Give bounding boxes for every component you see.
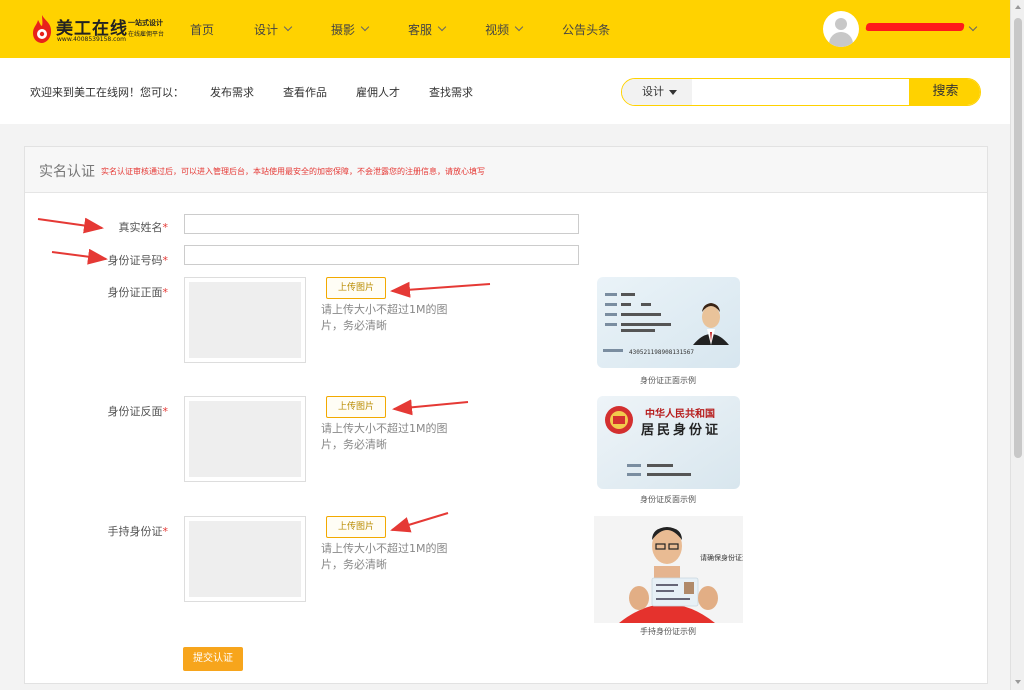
logo-slogan-1: 一站式设计 <box>128 19 163 27</box>
chevron-down-icon <box>437 22 447 32</box>
search-bar: 设计 搜索 <box>621 78 981 106</box>
panel-header: 实名认证 实名认证审核通过后，可以进入管理后台，本站使用最安全的加密保障，不会泄… <box>25 147 987 193</box>
id-back-sample-caption: 身份证反面示例 <box>640 495 696 504</box>
id-front-preview <box>184 277 306 363</box>
chevron-down-icon <box>283 22 293 32</box>
link-view-works[interactable]: 查看作品 <box>283 84 327 100</box>
nav-item-photography[interactable]: 摄影 <box>331 21 370 38</box>
svg-text:430521198908131567: 430521198908131567 <box>629 349 694 356</box>
svg-text:中华人民共和国: 中华人民共和国 <box>645 407 715 420</box>
hold-id-sample-caption: 手持身份证示例 <box>640 627 696 636</box>
nav-item-design[interactable]: 设计 <box>254 21 293 38</box>
upload-id-front-button[interactable]: 上传图片 <box>326 277 386 299</box>
redaction-scribble <box>865 23 965 31</box>
nav-item-customer-service[interactable]: 客服 <box>408 21 447 38</box>
scroll-down-arrow-icon[interactable] <box>1015 680 1021 684</box>
svg-text:居民身份证: 居民身份证 <box>641 422 721 438</box>
hold-id-sample-image: 请确保身份证清晰 <box>594 516 743 623</box>
avatar-head-shape <box>835 18 847 30</box>
real-name-label: 真实姓名* <box>118 221 169 234</box>
site-logo[interactable]: 美工在线 www.4008539158.com 一站式设计 在线雇佣平台 <box>30 12 170 46</box>
username-redacted[interactable] <box>865 20 966 34</box>
chevron-down-icon <box>360 22 370 32</box>
id-front-label: 身份证正面* <box>107 286 169 299</box>
flame-logo-icon <box>33 15 52 43</box>
upload-hold-id-button[interactable]: 上传图片 <box>326 516 386 538</box>
submit-verification-button[interactable]: 提交认证 <box>183 647 243 671</box>
caret-down-icon <box>669 89 677 95</box>
scroll-up-arrow-icon[interactable] <box>1015 5 1021 9</box>
user-menu-chevron-icon[interactable] <box>968 22 978 32</box>
quick-links: 发布需求 查看作品 雇佣人才 查找需求 <box>210 84 502 100</box>
id-front-sample-image: 430521198908131567 <box>597 277 740 368</box>
nav-item-announcements[interactable]: 公告头条 <box>562 21 610 38</box>
upload-id-back-button[interactable]: 上传图片 <box>326 396 386 418</box>
logo-website-text: www.4008539158.com <box>57 36 126 43</box>
hold-id-label: 手持身份证* <box>107 525 169 538</box>
id-number-input[interactable] <box>184 245 579 265</box>
upload-hint: 请上传大小不超过1M的图片，务必清晰 <box>321 422 448 451</box>
id-back-preview <box>184 396 306 482</box>
id-back-label: 身份证反面* <box>107 405 169 418</box>
nav-item-home[interactable]: 首页 <box>190 21 214 38</box>
page-scrollbar[interactable] <box>1010 0 1024 690</box>
page-title: 实名认证 <box>39 164 95 180</box>
search-input[interactable] <box>694 80 904 104</box>
welcome-text: 欢迎来到美工在线网！您可以： <box>30 86 184 99</box>
real-name-input[interactable] <box>184 214 579 234</box>
logo-slogan-2: 在线雇佣平台 <box>128 31 165 38</box>
link-find-requests[interactable]: 查找需求 <box>429 84 473 100</box>
main-nav: 首页 设计 摄影 客服 视频 公告头条 <box>190 0 650 58</box>
search-category-select[interactable]: 设计 <box>622 79 692 105</box>
svg-text:请确保身份证清晰: 请确保身份证清晰 <box>700 553 743 562</box>
nav-item-video[interactable]: 视频 <box>485 21 524 38</box>
scrollbar-thumb[interactable] <box>1014 18 1022 458</box>
upload-hint: 请上传大小不超过1M的图片，务必清晰 <box>321 303 448 332</box>
id-front-sample-caption: 身份证正面示例 <box>640 376 696 385</box>
id-back-sample-image: 中华人民共和国 居民身份证 <box>597 396 740 489</box>
id-number-label: 身份证号码* <box>107 254 169 267</box>
link-post-request[interactable]: 发布需求 <box>210 84 254 100</box>
link-hire-talent[interactable]: 雇佣人才 <box>356 84 400 100</box>
user-avatar[interactable] <box>823 11 859 47</box>
avatar-body-shape <box>829 32 853 47</box>
hold-id-preview <box>184 516 306 602</box>
upload-hint: 请上传大小不超过1M的图片，务必清晰 <box>321 542 448 571</box>
panel-notice: 实名认证审核通过后，可以进入管理后台，本站使用最安全的加密保障，不会泄露您的注册… <box>101 167 485 176</box>
top-header: 美工在线 www.4008539158.com 一站式设计 在线雇佣平台 首页 … <box>0 0 1010 58</box>
search-button[interactable]: 搜索 <box>909 79 980 105</box>
sub-header: 欢迎来到美工在线网！您可以： 发布需求 查看作品 雇佣人才 查找需求 设计 搜索 <box>0 58 1010 124</box>
chevron-down-icon <box>514 22 524 32</box>
